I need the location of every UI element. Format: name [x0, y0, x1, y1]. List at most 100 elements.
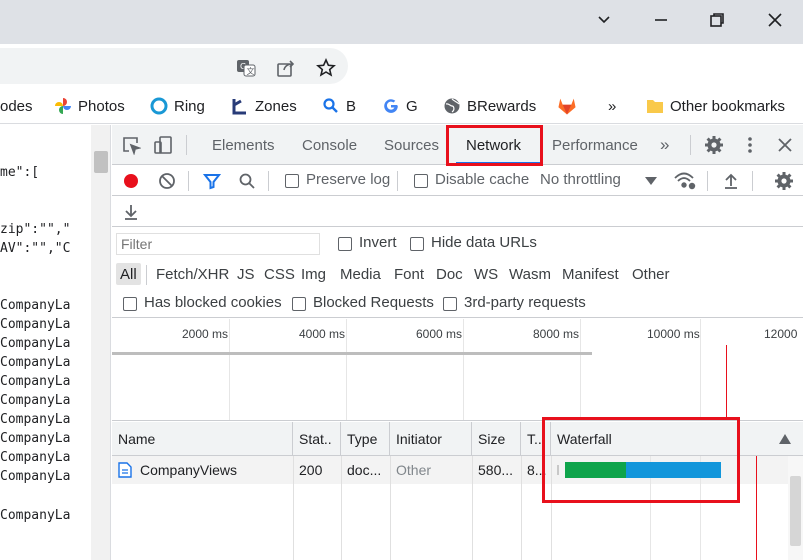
- network-overview-timeline[interactable]: 2000 ms 4000 ms 6000 ms 8000 ms 10000 ms…: [112, 319, 803, 421]
- separator: [690, 135, 691, 155]
- third-party-checkbox[interactable]: [443, 297, 457, 311]
- column-header-name[interactable]: Name: [112, 422, 293, 456]
- device-toolbar-icon[interactable]: [152, 134, 174, 156]
- tab-sources[interactable]: Sources: [384, 125, 439, 165]
- invert-checkbox[interactable]: [338, 237, 352, 251]
- minimize-button[interactable]: [638, 6, 684, 34]
- import-har-icon[interactable]: [720, 170, 742, 192]
- filter-row: Invert Hide data URLs: [112, 228, 803, 258]
- bookmark-star-icon[interactable]: [316, 58, 336, 78]
- type-filter-js[interactable]: JS: [233, 263, 259, 285]
- request-time-cell: 8...: [527, 462, 547, 478]
- page-scroll-thumb[interactable]: [94, 151, 108, 173]
- column-divider: [551, 456, 552, 560]
- overview-tick-label: 12000: [764, 327, 798, 341]
- blocked-requests-checkbox[interactable]: [292, 297, 306, 311]
- network-settings-gear-icon[interactable]: [773, 170, 795, 192]
- waterfall-queue-tick: [557, 465, 559, 475]
- column-header-size[interactable]: Size: [472, 422, 521, 456]
- overview-gridline: [463, 319, 464, 420]
- search-icon[interactable]: [236, 170, 258, 192]
- overview-gridline: [700, 319, 701, 420]
- google-icon: [384, 99, 398, 113]
- tab-elements[interactable]: Elements: [212, 125, 275, 165]
- other-bookmarks[interactable]: Other bookmarks: [646, 88, 785, 124]
- collapse-tabs-icon[interactable]: [581, 6, 627, 34]
- network-conditions-icon[interactable]: [673, 170, 697, 192]
- overview-tick-label: 8000 ms: [533, 327, 580, 341]
- type-filter-font[interactable]: Font: [390, 263, 428, 285]
- type-filter-all[interactable]: All: [116, 263, 141, 285]
- type-filter-ws[interactable]: WS: [470, 263, 502, 285]
- type-filter-css[interactable]: CSS: [260, 263, 299, 285]
- throttling-select[interactable]: No throttling: [540, 171, 621, 188]
- type-filter-manifest[interactable]: Manifest: [558, 263, 623, 285]
- active-tab-indicator: [456, 162, 540, 165]
- tab-network[interactable]: Network: [466, 125, 521, 165]
- sort-triangle-icon[interactable]: [778, 433, 792, 445]
- bookmark-zones[interactable]: Zones: [231, 88, 297, 124]
- overview-load-event-marker: [726, 345, 727, 420]
- bookmark-g[interactable]: G: [382, 88, 418, 124]
- type-filter-doc[interactable]: Doc: [432, 263, 467, 285]
- bookmark-brewards[interactable]: BRewards: [443, 88, 536, 124]
- overview-tick-label: 2000 ms: [182, 327, 229, 341]
- request-name-cell[interactable]: CompanyViews: [112, 456, 293, 484]
- devtools-menu-icon[interactable]: [739, 134, 761, 156]
- close-devtools-icon[interactable]: [774, 134, 796, 156]
- waterfall-scrollbar[interactable]: [788, 456, 803, 560]
- restore-button[interactable]: [694, 6, 740, 34]
- chevron-down-icon[interactable]: [644, 174, 658, 188]
- overview-tick-label: 10000 ms: [647, 327, 700, 341]
- tab-performance[interactable]: Performance: [552, 125, 638, 165]
- column-header-type[interactable]: Type: [341, 422, 390, 456]
- type-filter-other[interactable]: Other: [628, 263, 674, 285]
- column-header-initiator[interactable]: Initiator: [390, 422, 472, 456]
- bookmark-gitlab[interactable]: [556, 88, 578, 124]
- share-icon[interactable]: [276, 58, 296, 78]
- filter-funnel-icon[interactable]: [201, 170, 223, 192]
- separator: [188, 171, 189, 191]
- record-icon[interactable]: [120, 170, 142, 192]
- more-bookmarks-chevron[interactable]: »: [608, 88, 616, 124]
- translate-icon[interactable]: G文: [236, 58, 256, 78]
- omnibox[interactable]: G文: [0, 48, 348, 84]
- column-header-waterfall[interactable]: Waterfall: [551, 422, 803, 456]
- clear-icon[interactable]: [156, 170, 178, 192]
- waterfall-download-bar[interactable]: [626, 462, 721, 478]
- separator: [752, 171, 753, 191]
- type-filter-wasm[interactable]: Wasm: [505, 263, 555, 285]
- request-status-cell: 200: [299, 462, 323, 478]
- bookmark-photos[interactable]: Photos: [54, 88, 125, 124]
- page-scrollbar[interactable]: [91, 125, 111, 560]
- has-blocked-cookies-checkbox[interactable]: [123, 297, 137, 311]
- column-header-status[interactable]: Stat..: [293, 422, 341, 456]
- export-har-icon[interactable]: [120, 201, 142, 223]
- type-filter-fetch-xhr[interactable]: Fetch/XHR: [152, 263, 233, 285]
- tab-console[interactable]: Console: [302, 125, 357, 165]
- bookmark-item[interactable]: odes: [0, 88, 33, 124]
- hide-data-urls-checkbox[interactable]: [410, 237, 424, 251]
- bookmark-b[interactable]: B: [322, 88, 356, 124]
- page-content: me":[ zip":""," AV":"","C CompanyLa Comp…: [0, 125, 91, 560]
- bookmark-ring[interactable]: Ring: [150, 88, 205, 124]
- close-window-button[interactable]: [752, 6, 798, 34]
- document-icon: [118, 462, 132, 478]
- preserve-log-checkbox[interactable]: [285, 174, 299, 188]
- type-filter-media[interactable]: Media: [336, 263, 385, 285]
- filter-input[interactable]: [116, 233, 320, 255]
- settings-gear-icon[interactable]: [703, 134, 725, 156]
- overview-activity-bar: [112, 352, 592, 355]
- type-filter-img[interactable]: Img: [297, 263, 330, 285]
- requests-table: Name Stat.. Type Initiator Size T.. Wate…: [112, 422, 803, 560]
- overview-gridline: [229, 319, 230, 420]
- disable-cache-checkbox[interactable]: [414, 174, 428, 188]
- bookmarks-bar: odes Photos Ring Zones B G BRewards » Ot…: [0, 88, 803, 124]
- column-header-time[interactable]: T..: [521, 422, 551, 456]
- more-tabs-chevron[interactable]: »: [660, 125, 669, 165]
- waterfall-waiting-bar[interactable]: [565, 462, 626, 478]
- page-line: CompanyLa: [0, 393, 71, 408]
- waterfall-scroll-thumb[interactable]: [790, 476, 801, 546]
- page-line: CompanyLa: [0, 450, 71, 465]
- inspect-element-icon[interactable]: [120, 134, 142, 156]
